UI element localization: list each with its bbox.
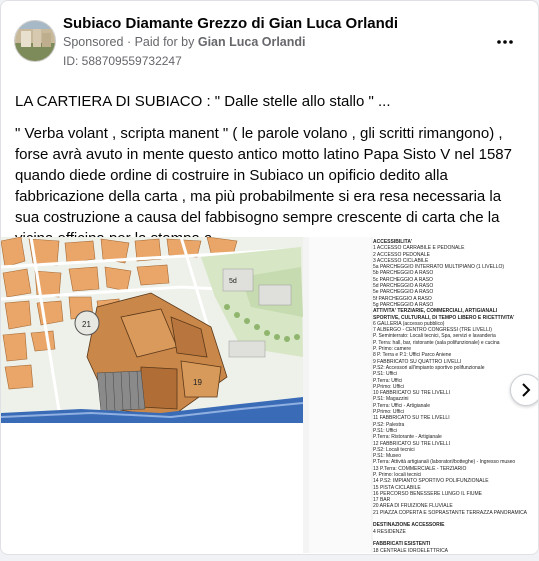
post-text: LA CARTIERA DI SUBIACO : " Dalle stelle … [15,91,527,260]
map-label-5d: 5d [229,278,237,285]
separator-dot: · [126,35,135,49]
paid-for-prefix: Paid for by [134,35,195,49]
legend-row: 19 OFFICINA [373,554,538,555]
sponsored-line: Sponsored · Paid for by Gian Luca Orland… [63,35,306,49]
post-title-line: LA CARTIERA DI SUBIACO : " Dalle stelle … [15,93,391,110]
map-label-21: 21 [82,320,91,329]
legend-row: P.Terra: Attività artigianali (laborator… [373,459,516,466]
sponsored-post-card: Subiaco Diamante Grezzo di Gian Luca Orl… [0,0,539,555]
legend-row: 21 PIAZZA COPERTA E SOPRASTANTE TERRAZZA… [373,509,528,516]
sponsored-label: Sponsored [63,35,124,49]
ad-id: ID: 588709559732247 [63,54,182,68]
carousel-next-button[interactable] [510,374,538,406]
map-label-19: 19 [193,378,202,387]
more-horizontal-icon [497,40,513,44]
paid-for-name[interactable]: Gian Luca Orlandi [198,35,306,49]
post-body: " Verba volant , scripta manent " ( le p… [15,125,512,247]
page-name-link[interactable]: Subiaco Diamante Grezzo di Gian Luca Orl… [63,15,398,32]
page-avatar[interactable] [14,20,56,62]
more-options-button[interactable] [497,31,513,49]
legend-row: SPORTIVE, CULTURALI, DI TEMPO LIBERO E R… [373,314,515,321]
avatar-image [15,21,55,61]
chevron-right-icon [522,383,531,397]
